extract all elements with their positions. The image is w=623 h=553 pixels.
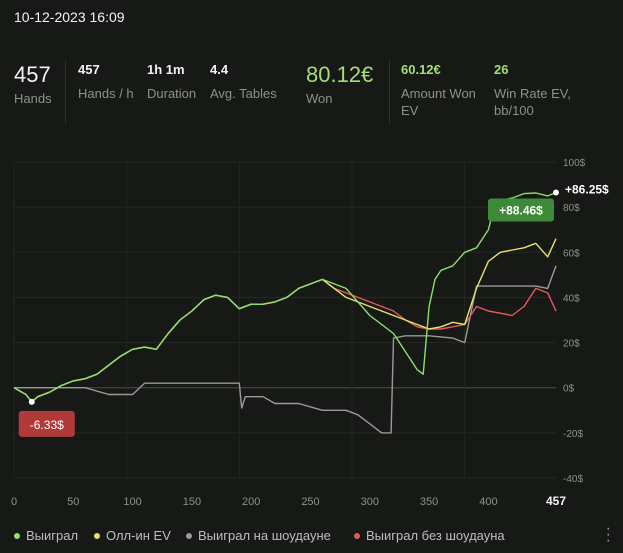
y-tick-label: 40$: [563, 293, 580, 304]
x-tick-label: 350: [420, 496, 438, 508]
stat-hands-per-hour: 457 Hands / h: [78, 62, 134, 102]
y-tick-label: -40$: [563, 474, 583, 485]
x-tick-label: 0: [11, 496, 17, 508]
x-tick-label: 150: [183, 496, 201, 508]
stat-amount-won-ev: 60.12€ Amount Won EV: [401, 62, 491, 119]
divider: [65, 60, 66, 124]
x-tick-label: 300: [361, 496, 379, 508]
max-point-marker: [553, 189, 559, 196]
stat-win-rate-ev-value: 26: [494, 62, 509, 77]
legend-label: Олл-ин EV: [106, 528, 171, 543]
y-tick-label: 100$: [563, 158, 586, 169]
x-tick-label: 100: [123, 496, 141, 508]
stat-won-value: 80.12€: [306, 62, 374, 87]
x-tick-label-max: 457: [546, 494, 566, 508]
stat-amount-won-ev-value: 60.12€: [401, 62, 441, 77]
legend-item-allin-ev[interactable]: Олл-ин EV: [94, 528, 171, 543]
stat-hands-label: Hands: [14, 91, 52, 106]
stat-win-rate-ev-label: Win Rate EV, bb/100: [494, 86, 571, 118]
x-tick-label: 50: [67, 496, 79, 508]
end-value-label: +88.46$: [499, 203, 543, 217]
more-vertical-icon[interactable]: · · ·: [606, 521, 611, 549]
y-tick-label: 20$: [563, 339, 580, 350]
y-tick-label: 60$: [563, 248, 580, 259]
stat-hands-per-hour-value: 457: [78, 62, 100, 77]
stat-won-label: Won: [306, 91, 333, 106]
stat-avg-tables: 4.4 Avg. Tables: [210, 62, 277, 102]
stat-hands: 457 Hands: [14, 62, 52, 107]
stat-duration: 1h 1m Duration: [147, 62, 196, 102]
legend-item-won[interactable]: Выиграл: [14, 528, 78, 543]
stat-avg-tables-label: Avg. Tables: [210, 86, 277, 101]
session-date: 10-12-2023 16:09: [14, 9, 125, 25]
y-tick-label: 80$: [563, 203, 580, 214]
series-line-2: [14, 265, 557, 434]
legend-label: Выиграл без шоудауна: [366, 528, 505, 543]
legend-marker: [354, 532, 360, 539]
stat-win-rate-ev: 26 Win Rate EV, bb/100: [494, 62, 584, 119]
chart-legend: Выиграл Олл-ин EV Выиграл на шоудауне Вы…: [0, 521, 623, 549]
stat-avg-tables-value: 4.4: [210, 62, 229, 77]
legend-marker: [14, 532, 20, 539]
x-tick-label: 200: [242, 496, 260, 508]
stat-hands-value: 457: [14, 62, 51, 87]
profit-chart[interactable]: 100$ 80$ 60$ 40$ 20$ 0$ -20$ -40$ 0 50 100 150 200 25…: [0, 140, 623, 522]
stat-duration-value: 1h 1m: [147, 62, 185, 77]
legend-item-non-showdown[interactable]: Выиграл без шоудауна: [354, 528, 505, 543]
x-tick-label: 400: [479, 496, 497, 508]
legend-item-showdown[interactable]: Выиграл на шоудауне: [186, 528, 331, 543]
stat-duration-label: Duration: [147, 86, 197, 101]
series-line-1: [13, 238, 557, 403]
legend-marker: [186, 532, 192, 539]
y-tick-label: 0$: [563, 384, 575, 395]
legend-label: Выиграл на шоудауне: [198, 528, 331, 543]
divider: [389, 60, 390, 124]
min-value-label: -6.33$: [30, 418, 64, 432]
legend-label: Выиграл: [26, 528, 79, 543]
stat-won: 80.12€ Won: [306, 62, 373, 107]
stat-amount-won-ev-label: Amount Won EV: [401, 86, 476, 118]
min-point-marker: [28, 398, 35, 405]
stat-hands-per-hour-label: Hands / h: [78, 86, 134, 101]
max-value-label: +86.25$: [565, 182, 609, 196]
legend-marker: [94, 532, 100, 539]
x-tick-label: 250: [301, 496, 319, 508]
y-tick-label: -20$: [563, 429, 583, 440]
